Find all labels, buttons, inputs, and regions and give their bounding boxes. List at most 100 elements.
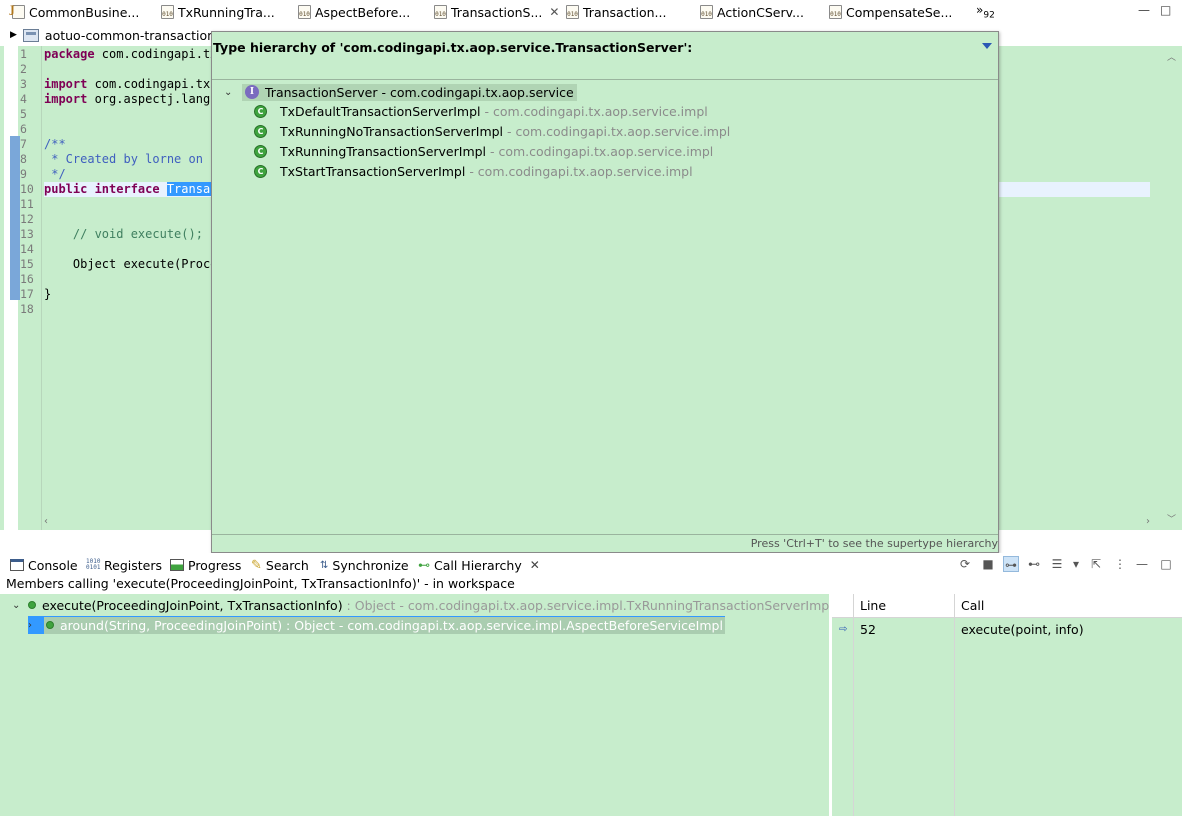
editor-tab-bar: J CommonBusine... 010 TxRunningTra... 01…	[0, 0, 1182, 24]
tab-overflow-button[interactable]: »92	[976, 3, 995, 20]
code-text: com.codingapi.tx.	[87, 77, 218, 91]
code-line-7: /**	[44, 137, 66, 151]
line-number: 5	[20, 107, 27, 121]
method-return-type: : Object - com.codingapi.tx.aop.service.…	[342, 597, 833, 613]
project-icon	[22, 28, 39, 42]
hierarchy-root-item[interactable]: ⌄ I TransactionServer - com.codingapi.tx…	[224, 83, 577, 101]
tab-progress[interactable]: Progress	[170, 556, 241, 574]
close-icon[interactable]: ✕	[549, 5, 559, 19]
chevron-right-icon[interactable]: ›	[28, 620, 38, 631]
class-file-icon: 010	[161, 5, 174, 19]
editor-tab-txrunning[interactable]: 010 TxRunningTra...	[161, 2, 275, 22]
dropdown-icon[interactable]: ▾	[1068, 556, 1084, 572]
editor-tab-transactionserver[interactable]: 010 TransactionS... ✕	[434, 2, 560, 22]
minimize-icon[interactable]: —	[1138, 3, 1150, 17]
tab-label: Call Hierarchy	[434, 557, 522, 573]
pin-view-icon[interactable]: ⇱	[1088, 556, 1104, 572]
flashlight-icon: ✎	[251, 557, 262, 573]
overflow-count: 92	[983, 10, 995, 21]
type-name: TransactionServer	[265, 84, 378, 100]
call-location-arrow-icon: ⇨	[839, 624, 848, 635]
class-icon: C	[254, 104, 267, 118]
layout-icon[interactable]: ☰	[1049, 556, 1065, 572]
table-cell-line[interactable]: 52	[860, 622, 876, 637]
editor-tab-aspectbefore[interactable]: 010 AspectBefore...	[298, 2, 410, 22]
divider	[212, 79, 998, 80]
tab-label: TransactionS...	[451, 4, 543, 20]
view-menu-icon[interactable]: ⋮	[1112, 556, 1128, 572]
call-hierarchy-tree[interactable]: ⌄ execute(ProceedingJoinPoint, TxTransac…	[0, 594, 833, 816]
line-number: 17	[20, 287, 34, 301]
hierarchy-child-item[interactable]: C TxDefaultTransactionServerImpl - com.c…	[254, 102, 708, 120]
chevron-down-icon[interactable]: ⌄	[12, 600, 22, 611]
tab-console[interactable]: Console	[10, 556, 78, 574]
type-package: - com.codingapi.tx.aop.service	[377, 84, 574, 100]
scroll-up-icon[interactable]: ︿	[1167, 50, 1176, 63]
editor-tab-transaction[interactable]: 010 Transaction...	[566, 2, 666, 22]
type-package: - com.codingapi.tx.aop.service.impl	[503, 123, 731, 139]
line-number: 16	[20, 272, 34, 286]
tab-label: CompensateSe...	[846, 4, 953, 20]
line-number: 15	[20, 257, 34, 271]
line-number: 8	[20, 152, 27, 166]
popup-title: Type hierarchy of 'com.codingapi.tx.aop.…	[213, 40, 693, 55]
vertical-scrollbar[interactable]: ︿ ﹀	[1162, 46, 1182, 530]
view-menu-icon[interactable]	[982, 43, 992, 49]
hierarchy-child-item[interactable]: C TxStartTransactionServerImpl - com.cod…	[254, 162, 693, 180]
scroll-right-icon[interactable]: ›	[1146, 516, 1150, 527]
type-package: - com.codingapi.tx.aop.service.impl	[480, 103, 708, 119]
type-name: TxRunningNoTransactionServerImpl	[280, 123, 504, 139]
type-package: - com.codingapi.tx.aop.service.impl	[465, 163, 693, 179]
maximize-icon[interactable]: □	[1160, 3, 1171, 17]
call-hierarchy-caller-item[interactable]: › around(String, ProceedingJoinPoint) : …	[28, 616, 725, 634]
expand-arrow-icon[interactable]: ▶	[10, 30, 17, 40]
close-icon[interactable]: ✕	[530, 558, 540, 572]
interface-icon: I	[245, 85, 259, 99]
tab-label: CommonBusine...	[29, 4, 140, 20]
line-number: 11	[20, 197, 34, 211]
column-header-call[interactable]: Call	[961, 598, 984, 613]
editor-tab-compensateservice[interactable]: 010 CompensateSe...	[829, 2, 952, 22]
tab-registers[interactable]: 1010 0101 Registers	[86, 556, 162, 574]
tab-label: Registers	[104, 557, 162, 573]
minimize-icon[interactable]: —	[1134, 556, 1150, 572]
tab-label: Progress	[188, 557, 242, 573]
scroll-down-icon[interactable]: ﹀	[1167, 512, 1176, 525]
editor-tab-actioncservice[interactable]: 010 ActionCServ...	[700, 2, 804, 22]
type-name: TxRunningTransactionServerImpl	[280, 143, 487, 159]
column-header-line[interactable]: Line	[860, 598, 886, 613]
table-cell-call[interactable]: execute(point, info)	[961, 622, 1084, 637]
scroll-left-icon[interactable]: ‹	[44, 516, 48, 527]
type-package: - com.codingapi.tx.aop.service.impl	[486, 143, 714, 159]
public-method-icon	[46, 621, 54, 629]
line-number: 9	[20, 167, 27, 181]
tab-label: Transaction...	[583, 4, 667, 20]
breadcrumb-project[interactable]: aotuo-common-transaction	[45, 28, 215, 43]
call-hierarchy-description: Members calling 'execute(ProceedingJoinP…	[6, 576, 515, 591]
show-caller-hierarchy-icon[interactable]: ⊶	[1003, 556, 1019, 572]
tab-label: TxRunningTra...	[178, 4, 275, 20]
line-number: 1	[20, 47, 27, 61]
tab-synchronize[interactable]: ⇅ Synchronize	[320, 556, 409, 574]
tab-label: Synchronize	[332, 557, 409, 573]
popup-footer-hint: Press 'Ctrl+T' to see the supertype hier…	[212, 534, 998, 552]
hierarchy-child-item[interactable]: C TxRunningNoTransactionServerImpl - com…	[254, 122, 730, 140]
tab-call-hierarchy[interactable]: ⊷ Call Hierarchy ✕	[418, 556, 540, 574]
show-callee-hierarchy-icon[interactable]: ⊷	[1026, 556, 1042, 572]
line-number: 4	[20, 92, 27, 106]
stop-icon[interactable]: ■	[980, 556, 996, 572]
maximize-icon[interactable]: □	[1158, 556, 1174, 572]
hierarchy-child-item[interactable]: C TxRunningTransactionServerImpl - com.c…	[254, 142, 713, 160]
editor-tab-commonbusiness[interactable]: J CommonBusine...	[10, 2, 140, 22]
code-line-4: import org.aspectj.lang.	[44, 92, 217, 106]
line-number: 3	[20, 77, 27, 91]
public-method-icon	[28, 601, 36, 609]
class-file-icon: 010	[829, 5, 842, 19]
call-hierarchy-root-item[interactable]: ⌄ execute(ProceedingJoinPoint, TxTransac…	[12, 596, 833, 614]
tab-search[interactable]: ✎ Search	[251, 556, 309, 574]
refresh-icon[interactable]: ⟳	[957, 556, 973, 572]
code-line-1: package com.codingapi.tx	[44, 47, 217, 61]
line-number: 13	[20, 227, 34, 241]
line-number: 14	[20, 242, 34, 256]
chevron-down-icon[interactable]: ⌄	[224, 87, 236, 98]
